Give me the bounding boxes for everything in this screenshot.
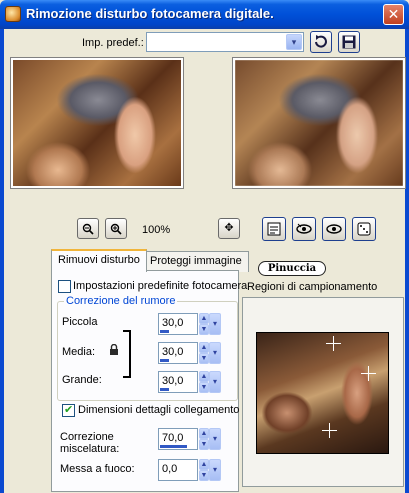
- eye-icon: [326, 224, 342, 234]
- original-image: [13, 60, 181, 186]
- sharpen-spinner[interactable]: 0,0 ▲ ▼ ▾: [158, 459, 221, 481]
- window-title: Rimozione disturbo fotocamera digitale.: [26, 6, 274, 21]
- link-sizes-label: Dimensioni dettagli collegamento: [78, 404, 240, 416]
- medium-dropdown[interactable]: ▾: [209, 342, 221, 364]
- zoom-out-icon: [82, 223, 94, 235]
- large-label: Grande:: [62, 374, 102, 386]
- sharpen-dropdown[interactable]: ▾: [209, 459, 221, 481]
- camera-defaults-label: Impostazioni predefinite fotocamera: [73, 280, 248, 292]
- sample-crosshair-3[interactable]: [322, 423, 337, 438]
- reset-preset-button[interactable]: [310, 31, 332, 53]
- window-frame-right: [405, 29, 409, 493]
- reset-icon: [315, 35, 327, 48]
- large-field[interactable]: 30,0: [158, 371, 198, 393]
- preset-select[interactable]: ▾: [146, 32, 304, 52]
- zoom-in-button[interactable]: [105, 218, 127, 239]
- sharpen-down-arrow[interactable]: ▼: [199, 470, 209, 481]
- options-icon: [267, 222, 281, 236]
- signature-watermark: Pinuccia: [258, 261, 326, 276]
- small-down-arrow[interactable]: ▼: [199, 324, 209, 335]
- large-dropdown[interactable]: ▾: [209, 371, 221, 393]
- camera-defaults-checkbox[interactable]: [58, 280, 71, 293]
- proof-button[interactable]: [292, 217, 316, 241]
- blend-spinner[interactable]: 70,0 ▲ ▼ ▾: [158, 428, 221, 450]
- zoom-in-icon: [110, 223, 122, 235]
- save-preset-button[interactable]: [338, 31, 360, 53]
- result-preview[interactable]: [232, 57, 406, 189]
- preset-label: Imp. predef.:: [82, 37, 144, 49]
- small-level-bar: [160, 330, 169, 333]
- small-spinner[interactable]: 30,0 ▲ ▼ ▾: [158, 313, 221, 335]
- dice-icon: [357, 222, 371, 236]
- blend-level-bar: [160, 445, 187, 448]
- sample-crosshair-2[interactable]: [361, 366, 376, 381]
- blend-dropdown[interactable]: ▾: [209, 428, 221, 450]
- large-value: 30,0: [162, 375, 184, 387]
- medium-value: 30,0: [162, 346, 184, 358]
- small-up-arrow[interactable]: ▲: [199, 313, 209, 324]
- blend-label-line2: miscelatura:: [60, 443, 120, 455]
- pan-button[interactable]: ✥: [218, 218, 240, 239]
- zoom-level: 100%: [142, 224, 171, 236]
- large-level-bar: [160, 388, 169, 391]
- medium-up-arrow[interactable]: ▲: [199, 342, 209, 353]
- blend-value: 70,0: [162, 432, 184, 444]
- medium-field[interactable]: 30,0: [158, 342, 198, 364]
- title-bar[interactable]: Rimozione disturbo fotocamera digitale. …: [0, 0, 409, 29]
- window-frame-left: [0, 29, 4, 493]
- chevron-down-icon[interactable]: ▾: [286, 34, 302, 50]
- options-button[interactable]: [262, 217, 286, 241]
- result-image: [235, 60, 403, 186]
- large-spinner[interactable]: 30,0 ▲ ▼ ▾: [158, 371, 221, 393]
- blend-field[interactable]: 70,0: [158, 428, 198, 450]
- close-button[interactable]: ✕: [383, 4, 404, 25]
- app-icon: [5, 6, 21, 22]
- tab-remove-noise[interactable]: Rimuovi disturbo: [51, 249, 147, 272]
- sharpen-field[interactable]: 0,0: [158, 459, 198, 481]
- tab-protect-image[interactable]: Proteggi immagine: [143, 251, 249, 272]
- sample-crosshair-1[interactable]: [326, 336, 341, 351]
- medium-level-bar: [160, 359, 169, 362]
- sharpen-value: 0,0: [162, 463, 178, 475]
- blend-down-arrow[interactable]: ▼: [199, 439, 209, 450]
- large-up-arrow[interactable]: ▲: [199, 371, 209, 382]
- small-field[interactable]: 30,0: [158, 313, 198, 335]
- noise-correction-title: Correzione del rumore: [64, 295, 178, 307]
- sampling-regions-label: Regioni di campionamento: [247, 281, 378, 293]
- move-icon: ✥: [224, 222, 234, 234]
- sharpen-label: Messa a fuoco:: [60, 463, 135, 475]
- preview-eye-button[interactable]: [322, 217, 346, 241]
- medium-down-arrow[interactable]: ▼: [199, 353, 209, 364]
- original-preview[interactable]: [10, 57, 184, 189]
- zoom-out-button[interactable]: [77, 218, 99, 239]
- sharpen-up-arrow[interactable]: ▲: [199, 459, 209, 470]
- blend-label-line1: Correzione: [60, 431, 114, 443]
- small-value: 30,0: [162, 317, 184, 329]
- save-icon: [342, 35, 356, 49]
- proof-icon: [296, 223, 312, 234]
- randomize-button[interactable]: [352, 217, 376, 241]
- link-sizes-checkbox[interactable]: [62, 403, 75, 417]
- blend-up-arrow[interactable]: ▲: [199, 428, 209, 439]
- medium-spinner[interactable]: 30,0 ▲ ▼ ▾: [158, 342, 221, 364]
- small-label: Piccola: [62, 316, 98, 328]
- medium-label: Media:: [62, 346, 96, 358]
- lock-icon[interactable]: [109, 343, 119, 359]
- link-bracket: [123, 330, 131, 378]
- large-down-arrow[interactable]: ▼: [199, 382, 209, 393]
- small-dropdown[interactable]: ▾: [209, 313, 221, 335]
